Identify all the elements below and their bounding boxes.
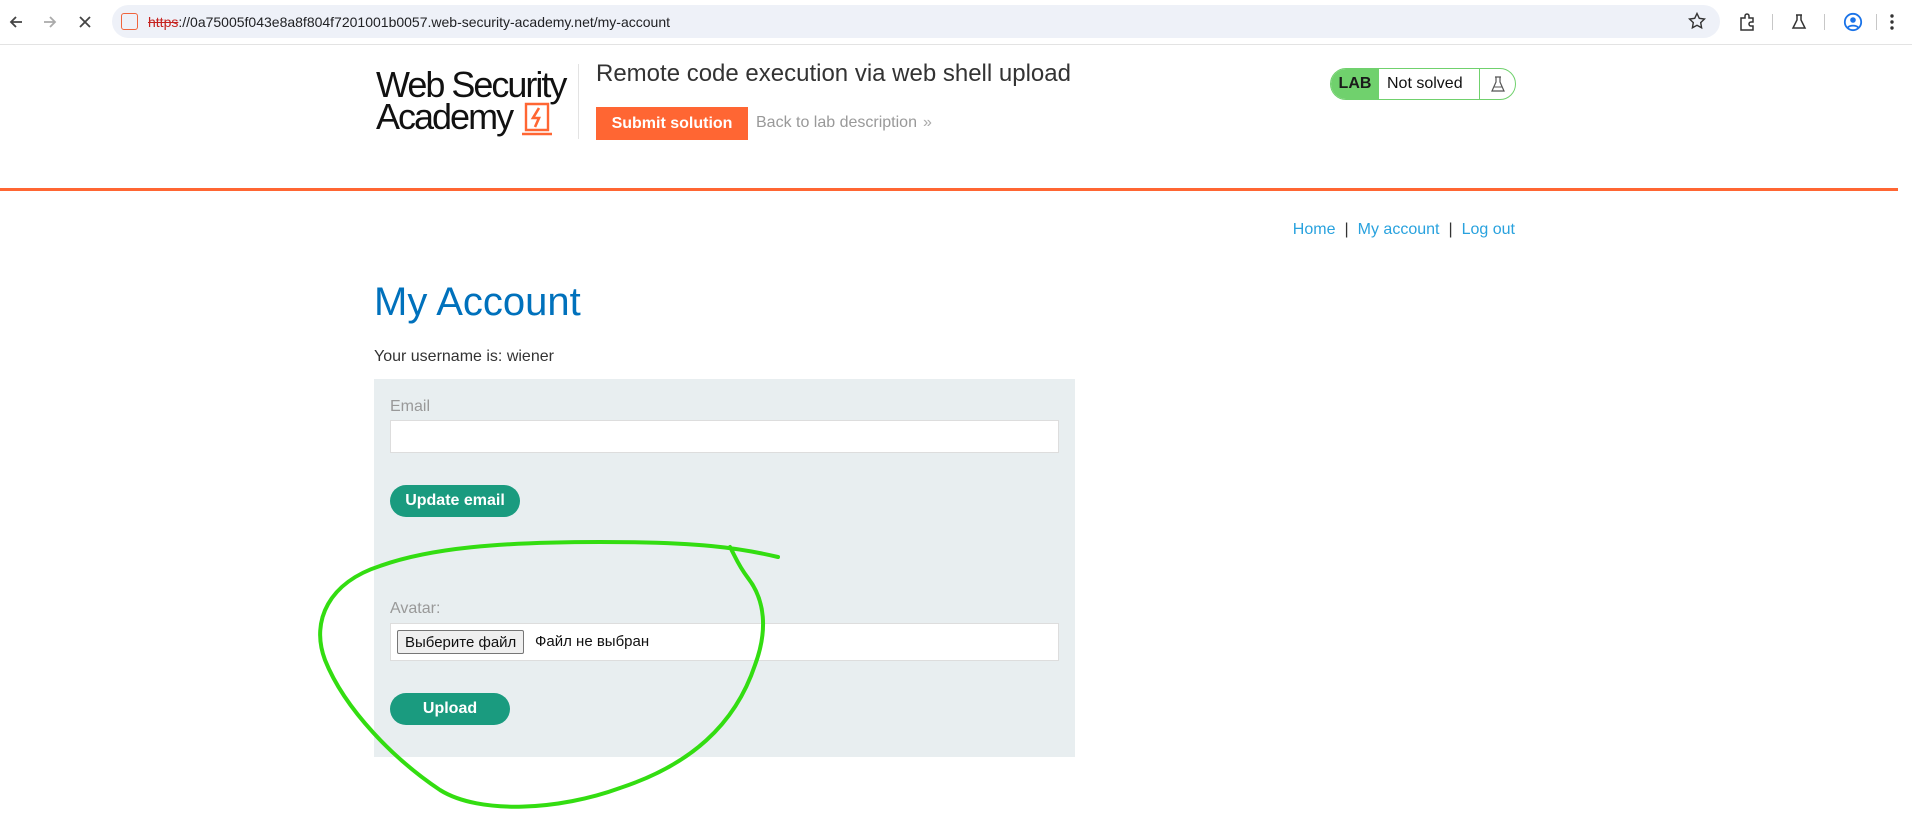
lab-tag: LAB <box>1331 69 1379 99</box>
header-rule <box>0 188 1898 191</box>
nav-separator: | <box>1344 221 1349 238</box>
address-bar[interactable]: https://0a75005f043e8a8f804f7201001b0057… <box>112 5 1720 38</box>
update-email-button[interactable]: Update email <box>390 485 520 517</box>
username-text: Your username is: wiener <box>374 348 554 365</box>
upload-button[interactable]: Upload <box>390 693 510 725</box>
flask-icon <box>1479 69 1515 99</box>
browser-toolbar: https://0a75005f043e8a8f804f7201001b0057… <box>0 0 1912 45</box>
url-text[interactable]: https://0a75005f043e8a8f804f7201001b0057… <box>148 14 670 30</box>
nav-log-out-link[interactable]: Log out <box>1462 221 1515 238</box>
avatar-label: Avatar: <box>390 600 441 617</box>
avatar-file-input[interactable]: Выберите файл Файл не выбран <box>390 623 1059 661</box>
extensions-icon[interactable] <box>1735 10 1759 34</box>
site-favicon-icon <box>121 13 138 30</box>
url-protocol: https <box>148 14 179 30</box>
web-security-academy-logo[interactable]: Web Security Academy <box>376 67 576 139</box>
header-divider <box>578 64 579 139</box>
nav-my-account-link[interactable]: My account <box>1358 221 1440 238</box>
labs-flask-icon[interactable] <box>1787 10 1811 34</box>
nav-home-link[interactable]: Home <box>1293 221 1336 238</box>
menu-dots-icon[interactable] <box>1880 10 1904 34</box>
profile-icon[interactable] <box>1841 10 1865 34</box>
logo-text-line2: Academy <box>376 96 514 137</box>
toolbar-divider <box>1824 14 1825 30</box>
logo-bolt-icon <box>522 102 552 136</box>
lab-status-widget: LAB Not solved <box>1330 68 1516 100</box>
forward-arrow-icon[interactable] <box>38 10 62 34</box>
url-path: ://0a75005f043e8a8f804f7201001b0057.web-… <box>178 14 670 30</box>
choose-file-button[interactable]: Выберите файл <box>397 630 525 654</box>
top-navigation: Home | My account | Log out <box>1293 221 1515 239</box>
email-field[interactable] <box>390 420 1059 453</box>
submit-solution-button[interactable]: Submit solution <box>596 107 748 140</box>
email-label: Email <box>390 398 431 415</box>
lab-status-text: Not solved <box>1387 75 1463 92</box>
bookmark-star-icon[interactable] <box>1687 11 1707 35</box>
back-link-label: Back to lab description <box>756 114 917 131</box>
lab-title: Remote code execution via web shell uplo… <box>596 60 1071 87</box>
stop-loading-icon[interactable] <box>73 10 97 34</box>
account-forms-panel: Email Update email Avatar: Выберите файл… <box>374 379 1075 757</box>
back-arrow-icon[interactable] <box>4 10 28 34</box>
nav-separator: | <box>1448 221 1453 238</box>
toolbar-divider <box>1876 14 1877 30</box>
back-to-lab-description-link[interactable]: Back to lab description » <box>756 114 932 132</box>
double-chevron-icon: » <box>922 114 932 131</box>
toolbar-divider <box>1772 14 1773 30</box>
page-title: My Account <box>374 280 581 324</box>
file-status-text: Файл не выбран <box>535 633 650 650</box>
